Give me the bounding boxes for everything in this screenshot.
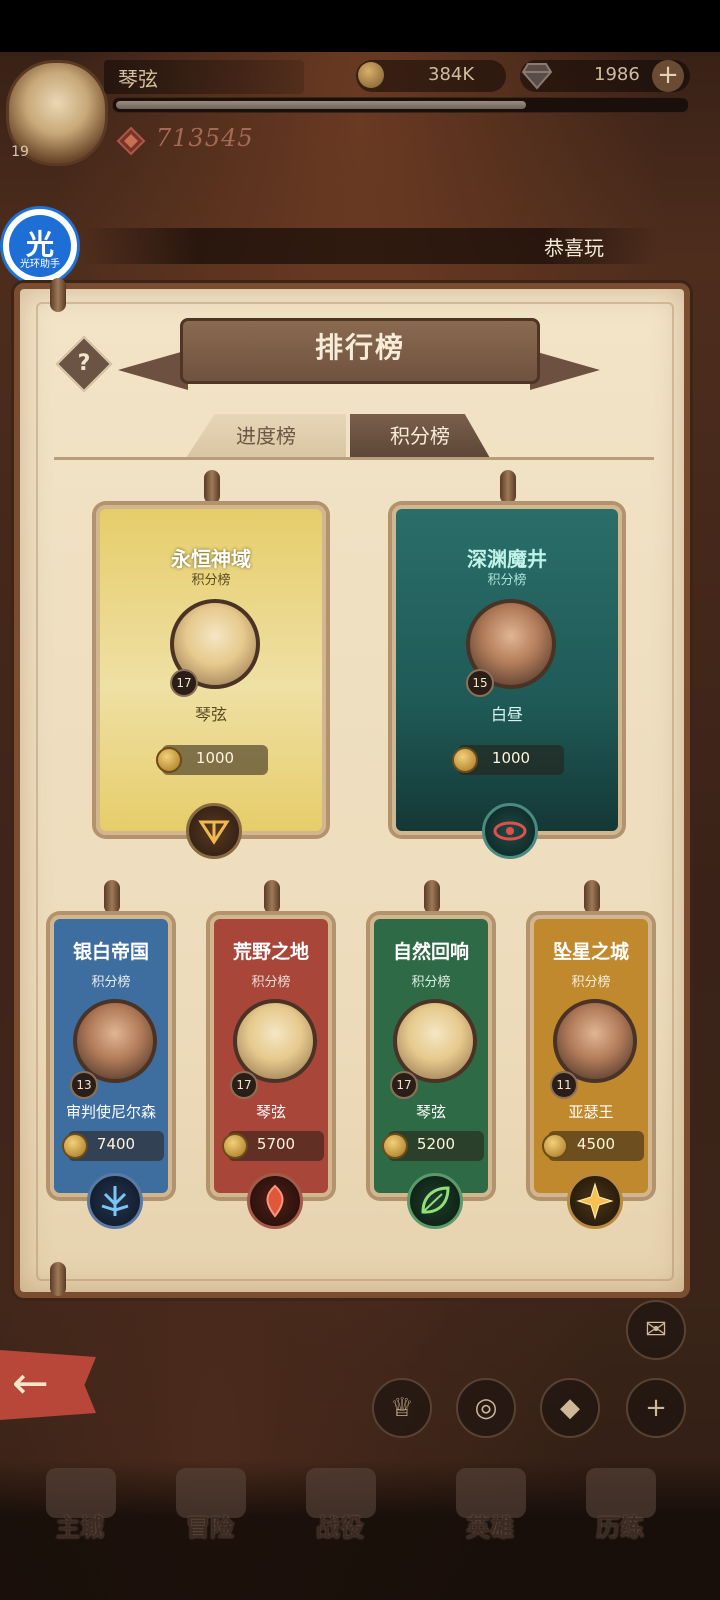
card-pin bbox=[264, 880, 280, 914]
gold-value: 384K bbox=[428, 64, 475, 85]
title-ribbon-right bbox=[530, 350, 600, 390]
player-level-badge: 11 bbox=[550, 1071, 578, 1099]
player-name: 审判使尼尔森 bbox=[65, 1103, 156, 1121]
nav-trials[interactable]: 历练 bbox=[570, 1508, 670, 1543]
power-icon bbox=[116, 126, 146, 156]
score-value: 4500 bbox=[576, 1135, 616, 1153]
player-name: 亚瑟王 bbox=[568, 1103, 614, 1121]
faction-name: 坠星之城 bbox=[552, 941, 629, 963]
camera-icon[interactable]: ◎ bbox=[456, 1378, 516, 1438]
celestial-icon bbox=[186, 803, 242, 859]
lightbearer-icon bbox=[87, 1173, 143, 1229]
nav-heroes[interactable]: 英雄 bbox=[440, 1508, 540, 1543]
tab-divider bbox=[54, 457, 654, 460]
player-name: 白昼 bbox=[490, 705, 523, 724]
player-level-badge: 17 bbox=[230, 1071, 258, 1099]
card-pin bbox=[104, 880, 120, 914]
gem-value: 1986 bbox=[594, 64, 640, 85]
power-value: 713545 bbox=[156, 124, 254, 152]
faction-card-lightbearers[interactable]: 银白帝国 积分榜 13 审判使尼尔森 7400 bbox=[50, 915, 172, 1229]
faction-subtitle: 积分榜 bbox=[251, 975, 291, 990]
score-pill: 1000 bbox=[156, 745, 268, 775]
nav-main-city[interactable]: 主城 bbox=[30, 1508, 130, 1543]
player-name: 琴弦 bbox=[118, 67, 158, 91]
faction-name: 永恒神域 bbox=[171, 547, 251, 571]
score-pill: 1000 bbox=[452, 745, 564, 775]
player-level-badge: 13 bbox=[70, 1071, 98, 1099]
help-icon[interactable]: ? bbox=[64, 344, 104, 384]
score-value: 1000 bbox=[491, 749, 531, 767]
announcement-text: 恭喜玩 bbox=[544, 236, 604, 260]
nav-campaign[interactable]: 战役 bbox=[290, 1508, 390, 1543]
faction-subtitle: 积分榜 bbox=[571, 975, 611, 990]
faction-card-eternal[interactable]: 永恒神域 积分榜 17 琴弦 1000 bbox=[96, 505, 326, 859]
player-level: 19 bbox=[11, 144, 29, 160]
faction-subtitle: 积分榜 bbox=[411, 975, 451, 990]
score-value: 5700 bbox=[256, 1135, 296, 1153]
player-level-badge: 17 bbox=[170, 669, 198, 697]
assistant-label: 光环助手 bbox=[20, 259, 60, 270]
score-pill: 7400 bbox=[62, 1131, 164, 1161]
faction-name: 深渊魔井 bbox=[467, 547, 547, 571]
faction-card-maulers[interactable]: 荒野之地 积分榜 17 琴弦 5700 bbox=[210, 915, 332, 1229]
leaf-icon bbox=[407, 1173, 463, 1229]
card-pin bbox=[500, 470, 516, 504]
mauler-icon bbox=[247, 1173, 303, 1229]
mail-icon[interactable]: ✉ bbox=[626, 1300, 686, 1360]
assistant-logo: 光 光环助手 bbox=[9, 215, 71, 277]
plus-icon[interactable]: + bbox=[626, 1378, 686, 1438]
gem-icon bbox=[521, 62, 553, 94]
nav-adventure[interactable]: 冒险 bbox=[160, 1508, 260, 1543]
card-pin bbox=[424, 880, 440, 914]
status-bar bbox=[0, 0, 720, 52]
faction-card-wilder[interactable]: 自然回响 积分榜 17 琴弦 5200 bbox=[370, 915, 492, 1229]
score-value: 5200 bbox=[416, 1135, 456, 1153]
player-name: 琴弦 bbox=[194, 705, 227, 724]
assistant-button[interactable]: 光 光环助手 bbox=[0, 206, 80, 286]
player-name: 琴弦 bbox=[255, 1103, 286, 1121]
score-pill: 4500 bbox=[542, 1131, 644, 1161]
faction-subtitle: 积分榜 bbox=[487, 573, 527, 588]
add-gems-button[interactable]: + bbox=[652, 60, 684, 92]
panel-pin-top bbox=[50, 278, 66, 312]
card-pin bbox=[204, 470, 220, 504]
xp-bar-fill bbox=[116, 101, 526, 109]
player-name: 琴弦 bbox=[415, 1103, 446, 1121]
score-value: 1000 bbox=[195, 749, 235, 767]
gold-coin-icon bbox=[358, 62, 384, 88]
faction-name: 荒野之地 bbox=[232, 941, 309, 963]
faction-card-fallen-star[interactable]: 坠星之城 积分榜 11 亚瑟王 4500 bbox=[530, 915, 652, 1229]
trophy-icon[interactable]: ♕ bbox=[372, 1378, 432, 1438]
score-pill: 5700 bbox=[222, 1131, 324, 1161]
score-pill: 5200 bbox=[382, 1131, 484, 1161]
panel-title: 排行榜 bbox=[314, 331, 405, 364]
star-icon bbox=[567, 1173, 623, 1229]
title-ribbon-left bbox=[118, 350, 188, 390]
back-arrow-icon[interactable]: ← bbox=[12, 1358, 49, 1409]
faction-name: 银白帝国 bbox=[72, 941, 149, 963]
player-level-badge: 17 bbox=[390, 1071, 418, 1099]
faction-subtitle: 积分榜 bbox=[191, 573, 231, 588]
shield-icon[interactable]: ◆ bbox=[540, 1378, 600, 1438]
faction-subtitle: 积分榜 bbox=[91, 975, 131, 990]
panel-pin-bottom bbox=[50, 1262, 66, 1296]
card-pin bbox=[584, 880, 600, 914]
xp-bar bbox=[112, 97, 689, 113]
player-level-badge: 15 bbox=[466, 669, 494, 697]
faction-card-abyss[interactable]: 深渊魔井 积分榜 15 白昼 1000 bbox=[392, 505, 622, 859]
score-value: 7400 bbox=[96, 1135, 136, 1153]
faction-name: 自然回响 bbox=[392, 941, 469, 963]
eye-icon bbox=[482, 803, 538, 859]
